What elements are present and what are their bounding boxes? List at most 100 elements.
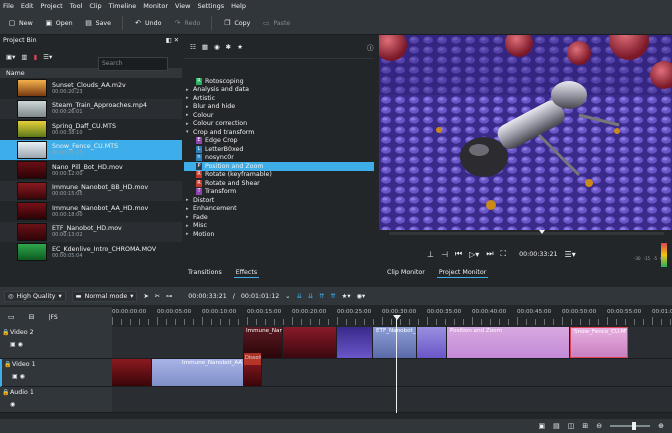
- lock-icon[interactable]: 🔒: [4, 361, 11, 368]
- compositing-icon[interactable]: ▭: [8, 313, 15, 321]
- timeline-clip[interactable]: [337, 327, 373, 358]
- menu-settings[interactable]: Settings: [197, 2, 224, 10]
- clip-list-item[interactable]: Sunset_Clouds_AA.m2v 00:00:20:23: [0, 78, 182, 99]
- chevron-right-icon[interactable]: ▸: [186, 231, 193, 237]
- timeline-clip[interactable]: ETF_Nanobot_HD.mov: [373, 327, 417, 358]
- fit-zoom-icon[interactable]: ⊞: [582, 422, 588, 430]
- spacer-tool-icon[interactable]: ⊶: [166, 293, 172, 300]
- quality-select[interactable]: ◎ High Quality ▾: [4, 290, 66, 302]
- menu-project[interactable]: Project: [40, 2, 62, 10]
- audio-icon[interactable]: ◉: [214, 43, 220, 51]
- timeline-clip[interactable]: [283, 327, 337, 358]
- clip-list-item[interactable]: Spring_Daff_CU.MTS 00:00:38:10: [0, 119, 182, 140]
- clip-list-item[interactable]: ETF_Nanobot_HD.mov 00:00:13:02: [0, 221, 182, 242]
- forward-icon[interactable]: ⏭: [486, 249, 493, 259]
- save-button[interactable]: ▤ Save: [81, 17, 115, 29]
- edit-mode-select[interactable]: ▬ Normal mode ▾: [71, 290, 138, 302]
- favorite-icon[interactable]: ★▾: [342, 293, 351, 300]
- clip-list-item[interactable]: Immune_Nanobot_AA_HD.mov 00:00:18:00: [0, 201, 182, 222]
- menu-icon[interactable]: ☰▾: [565, 250, 576, 259]
- mute-icon[interactable]: ▣ ◉: [12, 373, 25, 380]
- timeline-clip[interactable]: Position and Zoom: [447, 327, 570, 358]
- clip-list-item[interactable]: Steam_Train_Approaches.mp4 00:00:26:01: [0, 98, 182, 119]
- snap-icon[interactable]: ▣: [539, 422, 546, 430]
- timeline-ruler[interactable]: 00:00:00:00 00:00:05:00 00:00:10:00 00:00:1…: [112, 307, 672, 327]
- timeline-clip[interactable]: [417, 327, 447, 358]
- waveform-icon[interactable]: ◫: [568, 422, 575, 430]
- chevron-right-icon[interactable]: ▸: [186, 214, 193, 220]
- menu-help[interactable]: Help: [231, 2, 246, 10]
- timeline-clip[interactable]: Snow_Fence_CU.MTS: [570, 327, 628, 358]
- paste-button[interactable]: ▭ Paste: [258, 17, 294, 29]
- effect-item[interactable]: E Edge Crop: [184, 137, 374, 146]
- playhead-handle[interactable]: [393, 315, 401, 320]
- effect-item[interactable]: R Rotoscoping: [184, 77, 374, 86]
- chevron-right-icon[interactable]: ▸: [186, 95, 193, 101]
- zoom-out-icon[interactable]: ⊖: [596, 422, 602, 430]
- effect-item[interactable]: P Position and Zoom: [184, 162, 374, 171]
- track-video-2[interactable]: Immune_Nanobot_BB_HD.mov ETF_Nanobot_HD.m…: [112, 327, 672, 359]
- redo-button[interactable]: ↷ Redo: [170, 17, 205, 29]
- monitor-video-frame[interactable]: [379, 35, 672, 230]
- track-audio-1[interactable]: [112, 387, 672, 413]
- zone-out-icon[interactable]: ⊣: [441, 250, 448, 259]
- clip-list-item[interactable]: Immune_Nanobot_BB_HD.mov 00:00:15:05: [0, 180, 182, 201]
- folder-add-icon[interactable]: ▥: [21, 53, 27, 61]
- effect-item[interactable]: R Rotate (keyframable): [184, 171, 374, 180]
- chevron-right-icon[interactable]: ▸: [186, 206, 193, 212]
- effect-category[interactable]: ▸ Colour correction: [184, 120, 374, 129]
- timeline-clip[interactable]: [112, 359, 152, 386]
- effect-category[interactable]: ▸ Analysis and data: [184, 86, 374, 95]
- effect-category[interactable]: ▸ Fade: [184, 213, 374, 222]
- tab-clip-monitor[interactable]: Clip Monitor: [385, 268, 427, 278]
- transition-clip[interactable]: Dissolve: [244, 353, 262, 365]
- fullscreen-icon[interactable]: ⛶: [501, 249, 507, 259]
- select-tool-icon[interactable]: ➤: [143, 293, 148, 300]
- extract-icon[interactable]: ⇈: [330, 293, 335, 300]
- favorite-icon[interactable]: ★: [237, 43, 243, 51]
- open-button[interactable]: ▣ Open: [41, 17, 77, 29]
- track-header-audio-1[interactable]: 🔒 Audio 1 ◉: [0, 387, 112, 413]
- menu-view[interactable]: View: [175, 2, 190, 10]
- effect-item[interactable]: R Rotate and Shear: [184, 179, 374, 188]
- razor-tool-icon[interactable]: ✂: [155, 293, 160, 300]
- menu-edit[interactable]: Edit: [21, 2, 34, 10]
- effect-category[interactable]: ▸ Distort: [184, 196, 374, 205]
- timeline-clip[interactable]: Immune_Nanobot_AA_H: [152, 359, 244, 386]
- menu-clip[interactable]: Clip: [89, 2, 101, 10]
- new-button[interactable]: ▢ New: [4, 17, 37, 29]
- tab-transitions[interactable]: Transitions: [186, 268, 224, 278]
- split-audio-icon[interactable]: ⊟: [29, 313, 35, 321]
- lift-icon[interactable]: ⇈: [319, 293, 324, 300]
- list-menu-icon[interactable]: ☰▾: [43, 53, 52, 61]
- play-icon[interactable]: ▷▾: [469, 250, 479, 259]
- effect-category[interactable]: ▸ Artistic: [184, 94, 374, 103]
- insert-icon[interactable]: ⇊: [297, 293, 302, 300]
- zoom-slider[interactable]: [610, 422, 651, 430]
- zone-in-icon[interactable]: ⊥: [427, 250, 434, 259]
- chevron-right-icon[interactable]: ▸: [186, 104, 193, 110]
- mute-icon[interactable]: ◉: [10, 401, 15, 408]
- chevron-right-icon[interactable]: ▸: [186, 223, 193, 229]
- clip-list-item[interactable]: EC_Kdenlive_Intro_CHROMA.MOV 00:00:05:04: [0, 242, 182, 263]
- track-video-1[interactable]: Immune_Nanobot_AA_HDissolve: [112, 353, 672, 387]
- clip-list-item[interactable]: Nano_Pill_Bot_HD.mov 00:00:12:00: [0, 160, 182, 181]
- menu-timeline[interactable]: Timeline: [109, 2, 137, 10]
- effect-item[interactable]: T Transform: [184, 188, 374, 197]
- track-header-video-2[interactable]: 🔒 Video 2 ▣ ◉: [0, 327, 112, 359]
- chevron-right-icon[interactable]: ▸: [186, 112, 193, 118]
- tab-effects[interactable]: Effects: [233, 268, 260, 278]
- effect-category[interactable]: ▸ Enhancement: [184, 205, 374, 214]
- thumbnails-icon[interactable]: ▤: [553, 422, 560, 430]
- search-input[interactable]: Search: [98, 57, 168, 71]
- chevron-right-icon[interactable]: ▸: [186, 121, 193, 127]
- chevron-down-icon[interactable]: ⌄: [285, 293, 290, 300]
- menu-file[interactable]: File: [3, 2, 14, 10]
- zoom-in-icon[interactable]: ⊕: [658, 422, 664, 430]
- zoom-slider-handle[interactable]: [632, 422, 637, 430]
- list-icon[interactable]: ☷: [190, 43, 196, 51]
- menu-monitor[interactable]: Monitor: [143, 2, 168, 10]
- chevron-right-icon[interactable]: ▸: [186, 87, 193, 93]
- effect-category[interactable]: ▾ Crop and transform: [184, 128, 374, 137]
- undo-button[interactable]: ↶ Undo: [130, 17, 165, 29]
